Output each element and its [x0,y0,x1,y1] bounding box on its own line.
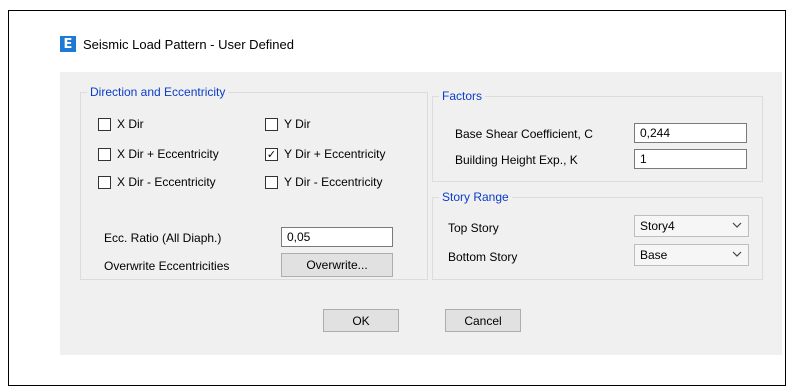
top-story-select[interactable]: Story4 [634,215,749,237]
checkbox-x-dir-minus-ecc[interactable]: X Dir - Eccentricity [98,175,216,189]
title-bar: E Seismic Load Pattern - User Defined [60,35,294,53]
height-exp-input[interactable]: 1 [634,149,747,169]
checkbox-box[interactable] [265,117,278,131]
checkbox-box[interactable] [98,117,111,131]
checkbox-x-dir-plus-ecc[interactable]: X Dir + Eccentricity [98,147,219,161]
checkbox-label: X Dir [117,117,144,131]
checkbox-box-checked[interactable]: ✓ [265,147,278,161]
factors-group: Factors Base Shear Coefficient, C 0,244 … [432,89,763,182]
base-shear-input[interactable]: 0,244 [634,123,747,143]
checkbox-y-dir[interactable]: Y Dir [265,117,310,131]
checkbox-label: Y Dir - Eccentricity [284,175,383,189]
checkbox-y-dir-minus-ecc[interactable]: Y Dir - Eccentricity [265,175,382,189]
ecc-ratio-label: Ecc. Ratio (All Diaph.) [104,231,222,245]
ok-button[interactable]: OK [323,309,399,332]
checkbox-box[interactable] [98,175,111,189]
overwrite-eccentricities-label: Overwrite Eccentricities [104,259,230,273]
top-story-label: Top Story [448,221,499,235]
story-range-group: Story Range Top Story Story4 Bottom Stor… [432,190,763,280]
bottom-story-value: Base [640,248,668,262]
factors-group-label: Factors [439,89,486,103]
cancel-button[interactable]: Cancel [445,309,521,332]
window-title: Seismic Load Pattern - User Defined [83,36,294,52]
app-icon: E [60,36,76,52]
dialog-body: Direction and Eccentricity X Dir Y Dir X… [60,72,782,355]
overwrite-button[interactable]: Overwrite... [281,253,393,277]
checkbox-label: X Dir + Eccentricity [117,147,219,161]
checkbox-x-dir[interactable]: X Dir [98,117,144,131]
checkbox-label: Y Dir + Eccentricity [284,147,386,161]
checkbox-box[interactable] [265,175,278,189]
height-exp-label: Building Height Exp., K [455,153,578,167]
checkmark-icon: ✓ [266,147,277,161]
checkbox-box[interactable] [98,147,111,161]
chevron-down-icon[interactable] [732,249,742,259]
checkbox-y-dir-plus-ecc[interactable]: ✓ Y Dir + Eccentricity [265,147,385,161]
checkbox-label: Y Dir [284,117,311,131]
direction-group-label: Direction and Eccentricity [87,85,229,99]
bottom-story-label: Bottom Story [448,250,518,264]
bottom-story-select[interactable]: Base [634,244,749,266]
chevron-down-icon[interactable] [732,220,742,230]
top-story-value: Story4 [640,219,675,233]
checkbox-label: X Dir - Eccentricity [117,175,216,189]
story-range-group-label: Story Range [439,190,512,204]
ecc-ratio-input[interactable]: 0,05 [281,227,393,247]
direction-group: Direction and Eccentricity X Dir Y Dir X… [80,85,428,280]
base-shear-label: Base Shear Coefficient, C [455,127,593,141]
